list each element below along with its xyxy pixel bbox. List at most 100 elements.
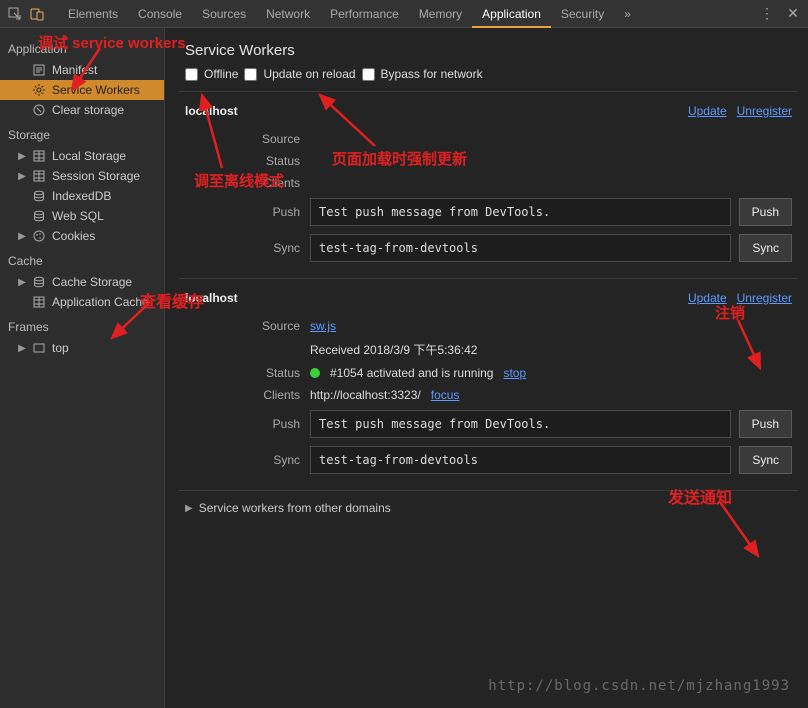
expand-arrow-icon: ▶ — [18, 231, 26, 242]
clients-label: Clients — [185, 388, 300, 402]
expand-arrow-icon: ▶ — [18, 171, 26, 182]
sidebar-group-application: Application — [0, 34, 164, 60]
options-row: Offline Update on reload Bypass for netw… — [185, 67, 798, 81]
content-pane: Service Workers Offline Update on reload… — [165, 28, 808, 708]
sidebar-item-label: Service Workers — [52, 83, 140, 97]
sidebar-item-cookies[interactable]: ▶ Cookies — [0, 226, 164, 246]
sidebar-item-indexeddb[interactable]: IndexedDB — [0, 186, 164, 206]
sync-button[interactable]: Sync — [739, 234, 792, 262]
db-icon — [32, 276, 46, 288]
sidebar-item-clear-storage[interactable]: Clear storage — [0, 100, 164, 120]
sync-input[interactable] — [310, 446, 731, 474]
received-text: Received 2018/3/9 下午5:36:42 — [310, 341, 477, 358]
grid-icon — [32, 150, 46, 162]
sidebar-item-label: Local Storage — [52, 149, 126, 163]
update-on-reload-checkbox[interactable]: Update on reload — [244, 67, 355, 81]
sidebar-item-label: Cookies — [52, 229, 95, 243]
stop-link[interactable]: stop — [503, 366, 526, 380]
sync-input[interactable] — [310, 234, 731, 262]
push-label: Push — [185, 205, 300, 219]
unregister-link[interactable]: Unregister — [737, 291, 792, 305]
sidebar-item-web-sql[interactable]: Web SQL — [0, 206, 164, 226]
tab-performance[interactable]: Performance — [320, 0, 409, 28]
inspect-icon[interactable] — [6, 5, 24, 23]
sidebar-item-label: Manifest — [52, 63, 97, 77]
tab-memory[interactable]: Memory — [409, 0, 472, 28]
client-url: http://localhost:3323/ — [310, 388, 421, 402]
offline-checkbox[interactable]: Offline — [185, 67, 238, 81]
bypass-label: Bypass for network — [381, 67, 483, 81]
cookie-icon — [32, 230, 46, 242]
push-button[interactable]: Push — [739, 198, 792, 226]
sidebar-item-service-workers[interactable]: Service Workers — [0, 80, 164, 100]
gear-icon — [32, 84, 46, 96]
sync-label: Sync — [185, 453, 300, 467]
sidebar-item-manifest[interactable]: Manifest — [0, 60, 164, 80]
device-toggle-icon[interactable] — [28, 5, 46, 23]
push-button[interactable]: Push — [739, 410, 792, 438]
focus-link[interactable]: focus — [431, 388, 460, 402]
push-label: Push — [185, 417, 300, 431]
sidebar-item-cache-storage[interactable]: ▶ Cache Storage — [0, 272, 164, 292]
sidebar: Application Manifest Service Workers Clear … — [0, 28, 165, 708]
db-icon — [32, 210, 46, 222]
other-domains-row[interactable]: ▶ Service workers from other domains — [179, 490, 798, 525]
clients-label: Clients — [185, 176, 300, 190]
sidebar-item-label: Clear storage — [52, 103, 124, 117]
sidebar-item-label: top — [52, 341, 69, 355]
sidebar-item-top[interactable]: ▶ top — [0, 338, 164, 358]
sidebar-item-label: Web SQL — [52, 209, 104, 223]
sidebar-item-session-storage[interactable]: ▶ Session Storage — [0, 166, 164, 186]
sidebar-group-cache: Cache — [0, 246, 164, 272]
expand-arrow-icon: ▶ — [185, 503, 193, 514]
kebab-menu-icon[interactable]: ⋮ — [758, 5, 776, 23]
tab-console[interactable]: Console — [128, 0, 192, 28]
db-icon — [32, 190, 46, 202]
grid-icon — [32, 170, 46, 182]
sidebar-item-local-storage[interactable]: ▶ Local Storage — [0, 146, 164, 166]
status-dot-icon — [310, 368, 320, 378]
tab-sources[interactable]: Sources — [192, 0, 256, 28]
push-input[interactable] — [310, 410, 731, 438]
devtools-tabs: ElementsConsoleSourcesNetworkPerformance… — [58, 0, 614, 28]
status-label: Status — [185, 154, 300, 168]
tab-network[interactable]: Network — [256, 0, 320, 28]
expand-arrow-icon: ▶ — [18, 151, 26, 162]
update-link[interactable]: Update — [688, 291, 727, 305]
panel-title: Service Workers — [185, 42, 798, 59]
sw-host: localhost — [185, 104, 238, 118]
grid-icon — [32, 296, 46, 308]
bypass-checkbox[interactable]: Bypass for network — [362, 67, 483, 81]
update-link[interactable]: Update — [688, 104, 727, 118]
sync-button[interactable]: Sync — [739, 446, 792, 474]
source-file-link[interactable]: sw.js — [310, 319, 336, 333]
close-icon[interactable]: ✕ — [784, 5, 802, 23]
sidebar-item-label: IndexedDB — [52, 189, 111, 203]
frame-icon — [32, 342, 46, 354]
offline-label: Offline — [204, 67, 238, 81]
tabs-overflow[interactable]: » — [618, 0, 637, 28]
sidebar-item-label: Application Cache — [52, 295, 149, 309]
sw-host: localhost — [185, 291, 238, 305]
sw-section: localhost Update Unregister Source sw.js… — [179, 278, 798, 490]
expand-arrow-icon: ▶ — [18, 343, 26, 354]
tab-application[interactable]: Application — [472, 0, 551, 28]
sidebar-item-label: Session Storage — [52, 169, 140, 183]
expand-arrow-icon: ▶ — [18, 277, 26, 288]
status-label: Status — [185, 366, 300, 380]
unregister-link[interactable]: Unregister — [737, 104, 792, 118]
push-input[interactable] — [310, 198, 731, 226]
sidebar-group-storage: Storage — [0, 120, 164, 146]
source-label: Source — [185, 132, 300, 146]
source-label: Source — [185, 319, 300, 333]
sidebar-item-application-cache[interactable]: Application Cache — [0, 292, 164, 312]
status-text: #1054 activated and is running — [330, 366, 493, 380]
update-on-reload-label: Update on reload — [263, 67, 355, 81]
sidebar-group-frames: Frames — [0, 312, 164, 338]
tab-security[interactable]: Security — [551, 0, 614, 28]
tab-elements[interactable]: Elements — [58, 0, 128, 28]
manifest-icon — [32, 64, 46, 76]
sidebar-item-label: Cache Storage — [52, 275, 132, 289]
sync-label: Sync — [185, 241, 300, 255]
clear-icon — [32, 104, 46, 116]
